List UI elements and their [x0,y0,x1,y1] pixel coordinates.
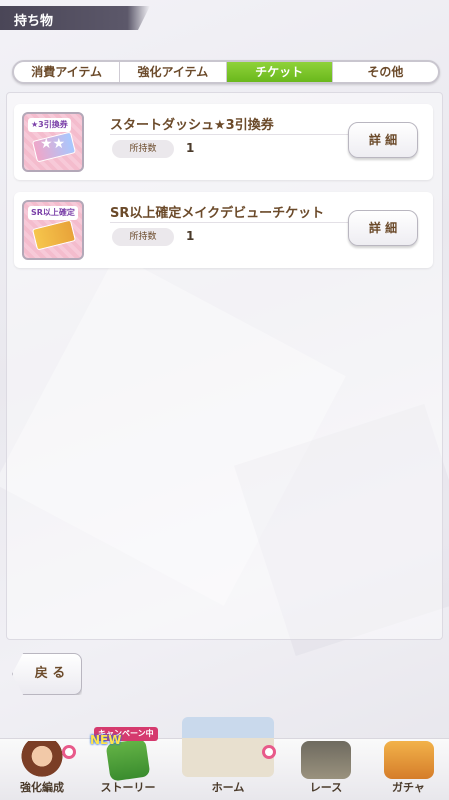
back-button[interactable]: 戻 る [12,653,82,695]
race-gate-icon [301,741,351,779]
notice-icon [62,745,76,759]
nav-label: レース [309,781,343,794]
page-title: 持ち物 [0,6,150,30]
divider [110,222,350,223]
nav-label: ストーリー [100,781,156,794]
detail-button[interactable]: 詳 細 [348,122,418,158]
item-name: スタートダッシュ★3引換券 [110,118,274,133]
star-icon: ★★ [40,136,66,152]
detail-button[interactable]: 詳 細 [348,210,418,246]
nav-gacha[interactable]: ガチャ [368,739,449,800]
tab-consumable-items[interactable]: 消費アイテム [14,62,121,82]
quantity-value: 1 [186,229,195,243]
tab-other[interactable]: その他 [333,62,438,82]
tab-enhancement-items[interactable]: 強化アイテム [120,62,227,82]
nav-story[interactable]: キャンペーン中 NEW ストーリー [84,727,172,800]
icon-tag: ★3引換券 [28,118,71,132]
gold-ticket-icon: SR以上確定 [22,200,84,260]
icon-tag: SR以上確定 [28,206,78,220]
ticket-art [31,219,77,251]
notice-icon [262,745,276,759]
quantity-label: 所持数 [112,228,174,246]
category-tabs: 消費アイテム 強化アイテム チケット その他 [12,60,440,84]
horse-girl-icon [17,741,67,779]
nav-label: 強化編成 [20,781,64,794]
home-building-icon [182,717,274,777]
bottom-nav: 強化編成 キャンペーン中 NEW ストーリー ホーム レース ガチャ [0,717,449,800]
list-item: ★3引換券 ★★ スタートダッシュ★3引換券 所持数 1 詳 細 [14,104,433,180]
tab-tickets[interactable]: チケット [226,62,333,82]
nav-label: ホーム [211,781,245,794]
list-item: SR以上確定 SR以上確定メイクデビューチケット 所持数 1 詳 細 [14,192,433,268]
quantity-label: 所持数 [112,140,174,158]
star-ticket-icon: ★3引換券 ★★ [22,112,84,172]
quantity-value: 1 [186,141,195,155]
nav-race[interactable]: レース [284,739,368,800]
gacha-icon [383,741,434,779]
divider [110,134,350,135]
new-badge: NEW [90,733,122,747]
item-name: SR以上確定メイクデビューチケット [110,206,325,221]
nav-label: ガチャ [392,781,425,794]
